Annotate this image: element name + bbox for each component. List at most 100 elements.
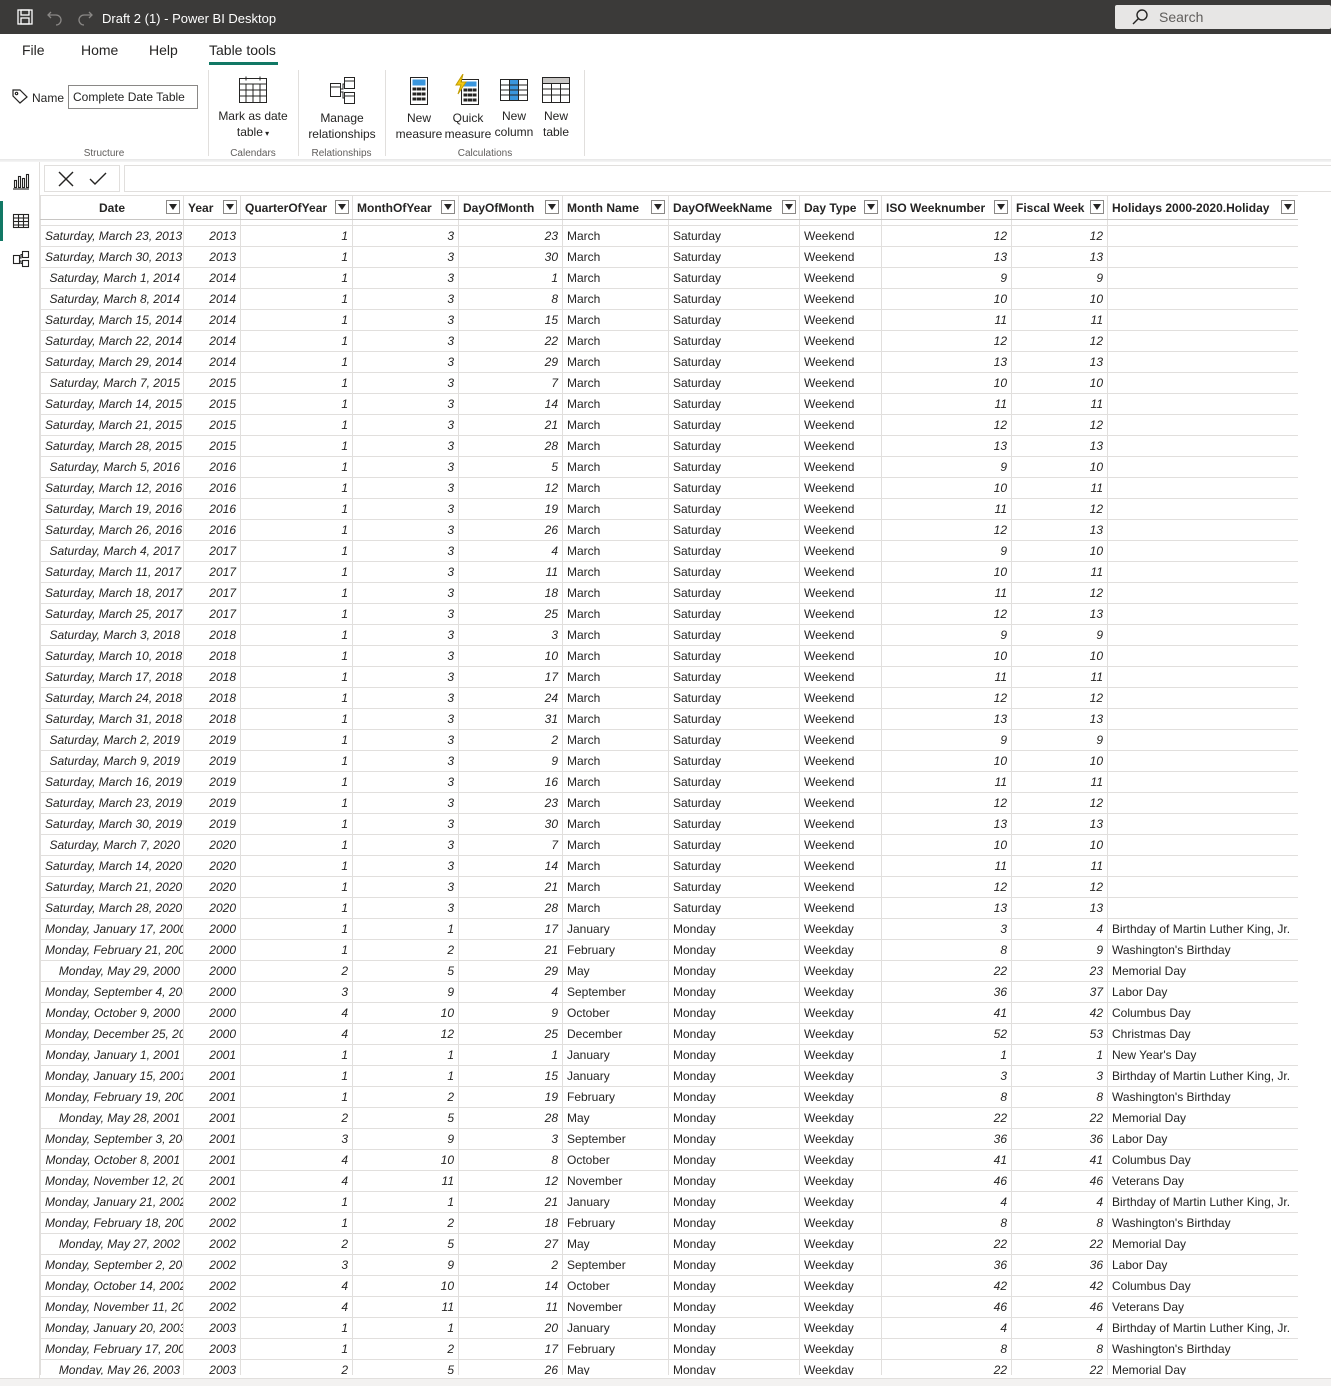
table-cell[interactable]: 12 (881, 792, 1012, 814)
table-cell[interactable]: 3 (352, 246, 459, 268)
table-cell[interactable]: 8 (881, 939, 1012, 961)
table-cell[interactable]: Monday (668, 1359, 800, 1375)
table-cell[interactable]: 2 (352, 1086, 459, 1108)
table-cell[interactable]: 3 (352, 561, 459, 583)
table-cell[interactable]: 2000 (183, 981, 241, 1003)
table-cell[interactable]: 2002 (183, 1275, 241, 1297)
table-cell[interactable]: 19 (458, 498, 563, 520)
table-cell[interactable]: 10 (1011, 456, 1108, 478)
table-cell[interactable]: March (562, 771, 669, 793)
data-view-icon[interactable] (12, 212, 30, 230)
table-cell[interactable]: 14 (458, 855, 563, 877)
table-cell[interactable]: March (562, 813, 669, 835)
table-cell[interactable]: 7 (458, 834, 563, 856)
table-cell[interactable]: Saturday, March 30, 2013 (40, 246, 184, 268)
table-cell[interactable]: 3 (352, 855, 459, 877)
table-cell[interactable]: Weekend (799, 792, 882, 814)
table-cell[interactable]: March (562, 372, 669, 394)
table-cell[interactable]: 1 (240, 855, 353, 877)
table-cell[interactable]: 1 (240, 834, 353, 856)
table-cell[interactable] (1107, 855, 1299, 877)
table-cell[interactable]: Saturday, March 5, 2016 (40, 456, 184, 478)
table-cell[interactable]: 8 (458, 288, 563, 310)
table-cell[interactable]: Saturday (668, 750, 800, 772)
table-cell[interactable] (1107, 246, 1299, 268)
table-cell[interactable]: 41 (1011, 1149, 1108, 1171)
table-cell[interactable]: 1 (240, 372, 353, 394)
new-table-button[interactable]: New table (536, 76, 576, 140)
table-cell[interactable]: 1 (240, 624, 353, 646)
table-cell[interactable]: Saturday, March 14, 2020 (40, 855, 184, 877)
table-cell[interactable]: Weekend (799, 309, 882, 331)
vertical-scrollbar[interactable] (1298, 195, 1331, 1375)
table-cell[interactable]: March (562, 540, 669, 562)
table-cell[interactable]: March (562, 855, 669, 877)
table-cell[interactable]: Monday, January 17, 2000 (40, 918, 184, 940)
table-cell[interactable]: 1 (352, 1065, 459, 1087)
table-cell[interactable]: 4 (881, 1317, 1012, 1339)
table-cell[interactable]: 22 (881, 960, 1012, 982)
table-cell[interactable]: 10 (1011, 645, 1108, 667)
table-cell[interactable]: 1 (458, 267, 563, 289)
column-filter-dropdown-icon[interactable] (441, 200, 455, 214)
table-cell[interactable]: 46 (881, 1296, 1012, 1318)
table-cell[interactable]: 13 (881, 435, 1012, 457)
table-cell[interactable]: 1 (352, 1317, 459, 1339)
table-cell[interactable]: Saturday (668, 540, 800, 562)
table-cell[interactable]: Weekday (799, 1149, 882, 1171)
table-cell[interactable]: Weekend (799, 225, 882, 247)
table-cell[interactable]: Memorial Day (1107, 1233, 1299, 1255)
table-cell[interactable]: March (562, 393, 669, 415)
table-cell[interactable]: Monday, February 17, 2003 (40, 1338, 184, 1360)
table-cell[interactable]: 2014 (183, 267, 241, 289)
new-column-button[interactable]: New column (490, 76, 538, 140)
table-cell[interactable]: Birthday of Martin Luther King, Jr. (1107, 918, 1299, 940)
table-cell[interactable]: Saturday, March 29, 2014 (40, 351, 184, 373)
table-cell[interactable]: March (562, 582, 669, 604)
table-cell[interactable]: 13 (1011, 351, 1108, 373)
table-cell[interactable] (1107, 540, 1299, 562)
table-cell[interactable]: Labor Day (1107, 1128, 1299, 1150)
table-cell[interactable]: October (562, 1275, 669, 1297)
table-cell[interactable]: 3 (352, 792, 459, 814)
column-header[interactable]: QuarterOfYear (240, 195, 353, 220)
table-cell[interactable]: 2000 (183, 918, 241, 940)
table-cell[interactable]: March (562, 267, 669, 289)
table-cell[interactable]: 22 (881, 1359, 1012, 1375)
table-cell[interactable]: Saturday (668, 435, 800, 457)
table-cell[interactable]: 13 (881, 813, 1012, 835)
table-cell[interactable]: 10 (1011, 372, 1108, 394)
table-cell[interactable]: Saturday, March 16, 2019 (40, 771, 184, 793)
table-cell[interactable]: 2016 (183, 519, 241, 541)
table-cell[interactable]: March (562, 603, 669, 625)
table-cell[interactable]: 9 (1011, 729, 1108, 751)
table-cell[interactable]: 1 (240, 456, 353, 478)
table-cell[interactable]: March (562, 729, 669, 751)
table-cell[interactable]: Weekend (799, 624, 882, 646)
table-cell[interactable]: Saturday, March 28, 2015 (40, 435, 184, 457)
table-cell[interactable]: March (562, 519, 669, 541)
table-cell[interactable]: 9 (458, 750, 563, 772)
table-cell[interactable] (1107, 708, 1299, 730)
table-cell[interactable]: January (562, 1065, 669, 1087)
column-filter-dropdown-icon[interactable] (1090, 200, 1104, 214)
table-cell[interactable]: 11 (1011, 855, 1108, 877)
table-cell[interactable]: 3 (352, 624, 459, 646)
table-cell[interactable]: 8 (1011, 1086, 1108, 1108)
table-cell[interactable]: Monday, May 29, 2000 (40, 960, 184, 982)
table-cell[interactable]: Saturday, March 14, 2015 (40, 393, 184, 415)
table-cell[interactable]: 3 (352, 414, 459, 436)
table-cell[interactable]: 2 (352, 1212, 459, 1234)
table-cell[interactable]: 21 (458, 1191, 563, 1213)
table-cell[interactable]: 11 (458, 561, 563, 583)
table-cell[interactable]: March (562, 876, 669, 898)
table-cell[interactable]: Monday (668, 1107, 800, 1129)
table-cell[interactable]: Saturday, March 11, 2017 (40, 561, 184, 583)
table-cell[interactable]: Saturday (668, 393, 800, 415)
table-cell[interactable]: 17 (458, 918, 563, 940)
table-cell[interactable]: 3 (352, 813, 459, 835)
table-cell[interactable]: Weekend (799, 519, 882, 541)
table-cell[interactable]: 8 (1011, 1212, 1108, 1234)
table-cell[interactable]: Weekend (799, 435, 882, 457)
table-cell[interactable]: Monday, September 2, 2002 (40, 1254, 184, 1276)
